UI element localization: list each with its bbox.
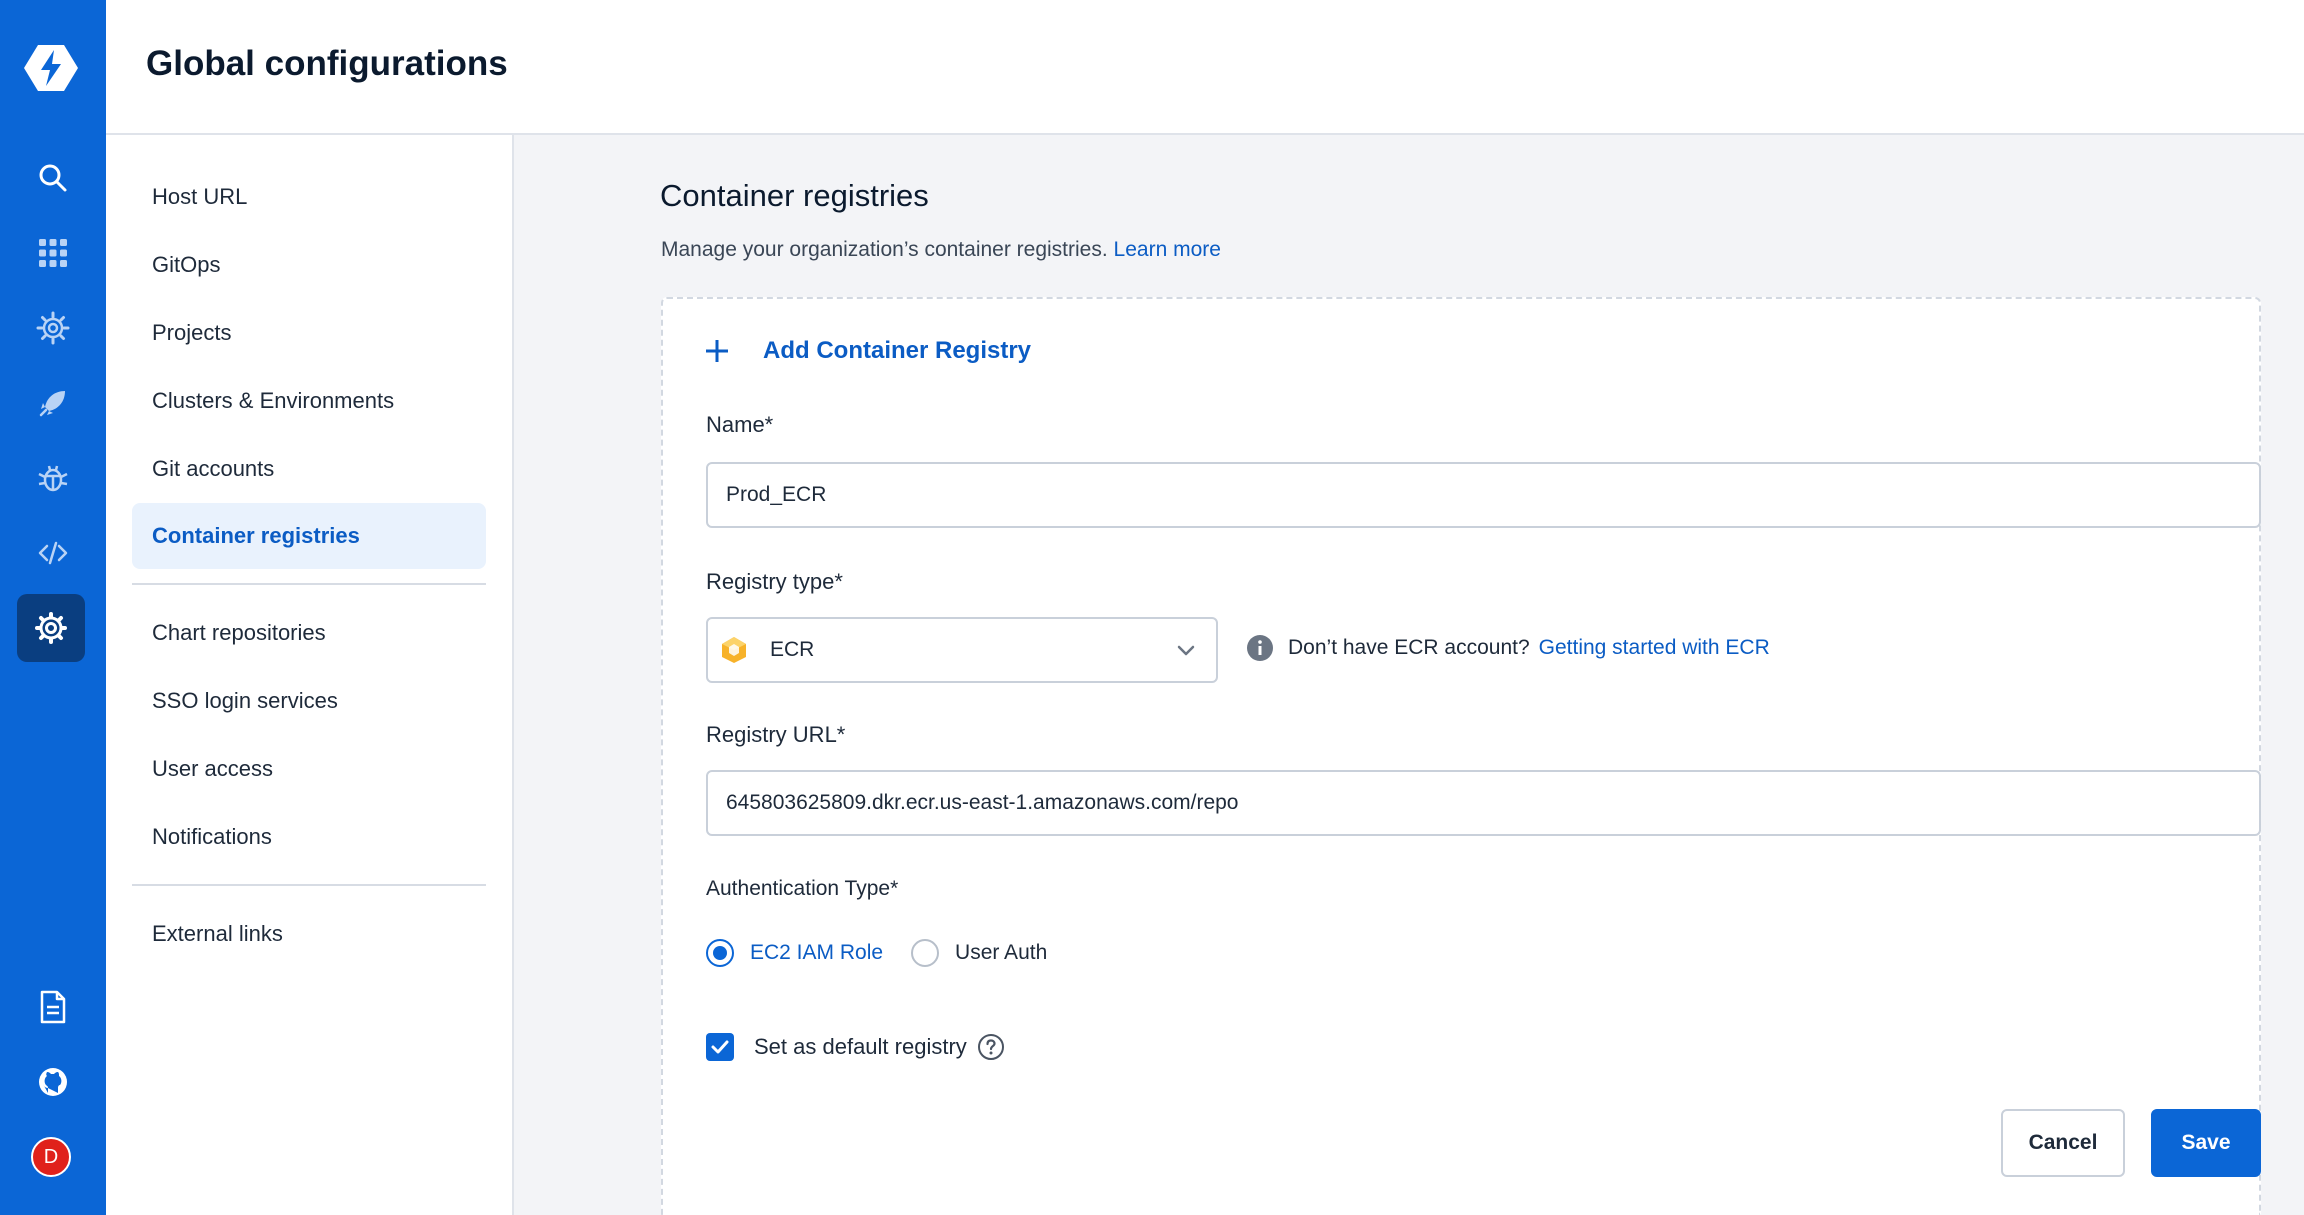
save-button[interactable]: Save [2151,1109,2261,1177]
page-title: Global configurations [146,44,508,83]
bug-icon[interactable] [26,451,80,505]
auth-type-radio-group: EC2 IAM Role User Auth [706,939,1047,967]
nav-item-host-url[interactable]: Host URL [132,164,486,230]
nav-divider [132,583,486,585]
getting-started-ecr-link[interactable]: Getting started with ECR [1539,636,1770,660]
settings-nav: Host URL GitOps Projects Clusters & Envi… [106,135,514,1215]
page-header: Global configurations [106,0,2304,135]
avatar[interactable]: D [31,1137,71,1177]
registry-form-card: Add Container Registry Name* Registry ty… [661,297,2261,1215]
default-registry-row: Set as default registry [706,1033,1005,1061]
cancel-button[interactable]: Cancel [2001,1109,2125,1177]
learn-more-link[interactable]: Learn more [1114,238,1221,261]
nav-item-projects[interactable]: Projects [132,300,486,366]
plus-icon [706,340,728,362]
registry-type-label: Registry type* [706,569,843,594]
help-icon[interactable] [977,1033,1005,1061]
default-registry-label: Set as default registry [754,1034,967,1059]
settings-gear-icon[interactable] [17,594,85,662]
description-text: Manage your organization’s container reg… [661,238,1108,261]
app-logo-icon[interactable] [24,41,78,95]
default-registry-checkbox[interactable] [706,1033,734,1061]
registry-type-value: ECR [770,638,815,661]
ecr-account-hint: Don’t have ECR account? Getting started … [1246,634,1770,662]
nav-divider [132,884,486,886]
registry-url-input[interactable] [706,770,2261,836]
check-icon [711,1040,729,1054]
name-input[interactable] [706,462,2261,528]
icon-rail: D [0,0,106,1215]
nav-item-gitops[interactable]: GitOps [132,232,486,298]
nav-item-clusters-environments[interactable]: Clusters & Environments [132,368,486,434]
add-registry-label: Add Container Registry [763,337,1032,364]
cog-outline-icon[interactable] [26,301,80,355]
section-description: Manage your organization’s container reg… [661,238,1221,262]
search-icon[interactable] [26,151,80,205]
ecr-icon [722,637,746,663]
nav-item-sso-login-services[interactable]: SSO login services [132,668,486,734]
auth-ec2-iam-role-radio[interactable] [706,939,734,967]
auth-ec2-iam-role-label[interactable]: EC2 IAM Role [750,941,883,965]
nav-item-external-links[interactable]: External links [132,901,486,967]
chevron-down-icon [1177,645,1195,656]
nav-item-user-access[interactable]: User access [132,736,486,802]
github-icon[interactable] [26,1055,80,1109]
auth-type-label: Authentication Type* [706,877,899,900]
nav-item-chart-repositories[interactable]: Chart repositories [132,600,486,666]
registry-type-select[interactable]: ECR [706,617,1218,683]
auth-user-auth-label[interactable]: User Auth [955,941,1047,965]
name-label: Name* [706,412,774,437]
rocket-icon[interactable] [26,376,80,430]
apps-grid-icon[interactable] [26,226,80,280]
info-icon [1247,635,1273,661]
auth-user-auth-radio[interactable] [911,939,940,967]
add-container-registry-button[interactable]: Add Container Registry [705,337,1031,365]
nav-item-container-registries[interactable]: Container registries [132,503,486,569]
document-icon[interactable] [26,980,80,1034]
nav-item-git-accounts[interactable]: Git accounts [132,436,486,502]
hint-text: Don’t have ECR account? [1288,636,1530,659]
section-title: Container registries [660,178,929,213]
registry-url-label: Registry URL* [706,722,846,747]
code-icon[interactable] [26,526,80,580]
nav-item-notifications[interactable]: Notifications [132,804,486,870]
